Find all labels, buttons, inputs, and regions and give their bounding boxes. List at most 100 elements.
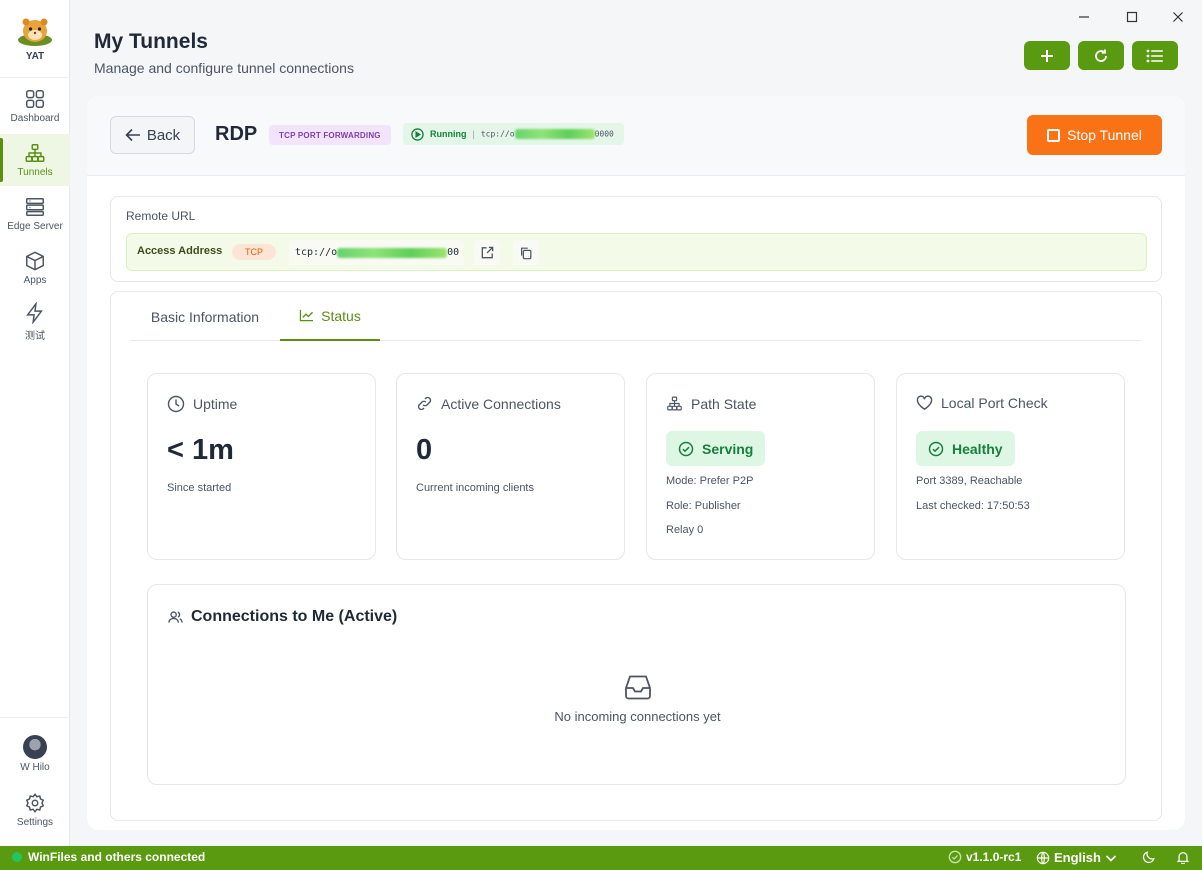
sidebar-item-tunnels[interactable]: Tunnels bbox=[0, 134, 70, 186]
play-circle-icon bbox=[411, 127, 424, 141]
check-circle-icon bbox=[928, 441, 944, 456]
active-connections-card: Active Connections 0 Current incoming cl… bbox=[396, 373, 625, 560]
link-icon bbox=[417, 396, 432, 411]
connection-status[interactable]: WinFiles and others connected bbox=[12, 850, 205, 864]
server-icon bbox=[26, 198, 44, 216]
copy-url-button[interactable] bbox=[513, 240, 539, 265]
maximize-icon bbox=[1126, 11, 1138, 23]
globe-icon bbox=[1036, 851, 1050, 864]
sidebar-item-label: Settings bbox=[16, 817, 54, 828]
tunnel-topbar: Back RDP TCP PORT FORWARDING Running | t… bbox=[87, 96, 1185, 176]
notifications-button[interactable] bbox=[1176, 850, 1190, 864]
network-icon bbox=[667, 396, 682, 411]
theme-toggle[interactable] bbox=[1142, 850, 1156, 864]
copy-icon bbox=[521, 247, 532, 259]
active-connections-title: Active Connections bbox=[441, 395, 561, 412]
serving-badge: Serving bbox=[666, 431, 766, 466]
tab-basic-information[interactable]: Basic Information bbox=[130, 292, 280, 341]
running-url-suffix: 0000 bbox=[594, 129, 614, 139]
check-circle-icon bbox=[678, 441, 694, 456]
inbox-icon bbox=[624, 675, 651, 700]
sidebar-item-settings[interactable]: Settings bbox=[0, 784, 70, 836]
version-info[interactable]: v1.1.0-rc1 bbox=[948, 850, 1021, 864]
stop-tunnel-label: Stop Tunnel bbox=[1067, 127, 1142, 143]
access-url-suffix: 00 bbox=[447, 247, 460, 258]
bell-icon bbox=[1176, 852, 1190, 864]
port-last-checked: Last checked: 17:50:53 bbox=[916, 500, 1030, 512]
list-icon bbox=[1146, 49, 1163, 62]
back-button[interactable]: Back bbox=[110, 116, 195, 154]
users-icon bbox=[168, 611, 183, 623]
remote-url-label: Remote URL bbox=[126, 209, 196, 223]
local-port-check-card: Local Port Check Healthy Port 3389, Reac… bbox=[896, 373, 1125, 560]
healthy-badge: Healthy bbox=[916, 431, 1015, 466]
access-address-row: Access Address TCP tcp://o 00 bbox=[126, 233, 1147, 271]
clock-icon bbox=[167, 395, 185, 413]
active-connections-value: 0 bbox=[416, 434, 433, 466]
refresh-icon bbox=[1095, 49, 1107, 62]
hamster-logo-icon bbox=[16, 14, 54, 48]
sidebar: YAT Dashboard Tunnels Edge Server Apps 测… bbox=[0, 0, 70, 846]
tunnel-detail-panel: Back RDP TCP PORT FORWARDING Running | t… bbox=[87, 96, 1185, 830]
path-state-card: Path State Serving Mode: Prefer P2P Role… bbox=[646, 373, 875, 560]
path-mode: Mode: Prefer P2P bbox=[666, 475, 754, 487]
arrow-left-icon bbox=[125, 128, 140, 142]
remote-url-card: Remote URL Access Address TCP tcp://o 00 bbox=[110, 196, 1162, 282]
language-text: English bbox=[1054, 850, 1101, 865]
close-icon bbox=[1173, 12, 1183, 22]
sidebar-item-dashboard[interactable]: Dashboard bbox=[0, 80, 70, 132]
access-url[interactable]: tcp://o 00 bbox=[289, 240, 464, 265]
heart-icon bbox=[916, 395, 933, 410]
tab-label: Basic Information bbox=[150, 308, 260, 325]
list-view-button[interactable] bbox=[1132, 41, 1178, 70]
user-name: W Hilo bbox=[20, 762, 50, 773]
active-connections-sub: Current incoming clients bbox=[416, 482, 534, 494]
close-window-button[interactable] bbox=[1168, 8, 1188, 26]
uptime-value: < 1m bbox=[167, 434, 234, 466]
connections-title: Connections to Me (Active) bbox=[191, 608, 398, 625]
protocol-badge: TCP bbox=[232, 244, 276, 260]
check-circle-icon bbox=[948, 850, 962, 864]
network-icon bbox=[25, 144, 45, 162]
page-title: My Tunnels bbox=[94, 30, 208, 53]
maximize-button[interactable] bbox=[1122, 8, 1142, 26]
path-relay: Relay 0 bbox=[666, 524, 704, 536]
local-port-check-header: Local Port Check bbox=[916, 395, 1048, 411]
stop-square-icon bbox=[1047, 128, 1061, 142]
sidebar-item-test[interactable]: 测试 bbox=[0, 296, 70, 348]
tab-status[interactable]: Status bbox=[280, 292, 380, 341]
sidebar-item-label: Dashboard bbox=[10, 113, 60, 124]
connection-status-text: WinFiles and others connected bbox=[28, 850, 206, 864]
refresh-button[interactable] bbox=[1078, 41, 1124, 70]
running-status-badge: Running | tcp://o 0000 bbox=[403, 123, 624, 145]
local-port-check-title: Local Port Check bbox=[941, 395, 1048, 411]
plus-icon bbox=[1041, 49, 1053, 62]
uptime-header: Uptime bbox=[167, 395, 237, 413]
gear-icon bbox=[25, 793, 45, 813]
stop-tunnel-button[interactable]: Stop Tunnel bbox=[1027, 115, 1162, 155]
status-bar: WinFiles and others connected v1.1.0-rc1… bbox=[0, 846, 1202, 870]
running-url-prefix: tcp://o bbox=[480, 129, 515, 139]
chevron-down-icon bbox=[1105, 854, 1117, 862]
avatar bbox=[23, 735, 47, 759]
open-url-button[interactable] bbox=[474, 240, 500, 265]
minimize-button[interactable] bbox=[1074, 8, 1094, 26]
tab-label: Status bbox=[321, 307, 361, 324]
path-state-value: Serving bbox=[702, 440, 754, 457]
path-state-header: Path State bbox=[666, 395, 756, 412]
sidebar-bottom: W Hilo Settings bbox=[0, 717, 70, 846]
user-profile[interactable]: W Hilo bbox=[0, 728, 70, 780]
add-tunnel-button[interactable] bbox=[1024, 41, 1070, 70]
tunnel-type-badge: TCP PORT FORWARDING bbox=[269, 125, 391, 145]
connections-card: Connections to Me (Active) No incoming c… bbox=[147, 584, 1126, 785]
sidebar-item-edge-server[interactable]: Edge Server bbox=[0, 188, 70, 240]
connections-header: Connections to Me (Active) bbox=[168, 608, 397, 626]
language-selector[interactable]: English bbox=[1036, 850, 1117, 865]
path-role: Role: Publisher bbox=[666, 500, 741, 512]
version-text: v1.1.0-rc1 bbox=[966, 850, 1022, 864]
sidebar-item-apps[interactable]: Apps bbox=[0, 242, 70, 294]
tunnel-name: RDP bbox=[215, 123, 258, 145]
app-logo[interactable]: YAT bbox=[0, 0, 70, 78]
back-label: Back bbox=[146, 126, 181, 144]
chart-line-icon bbox=[299, 309, 314, 322]
